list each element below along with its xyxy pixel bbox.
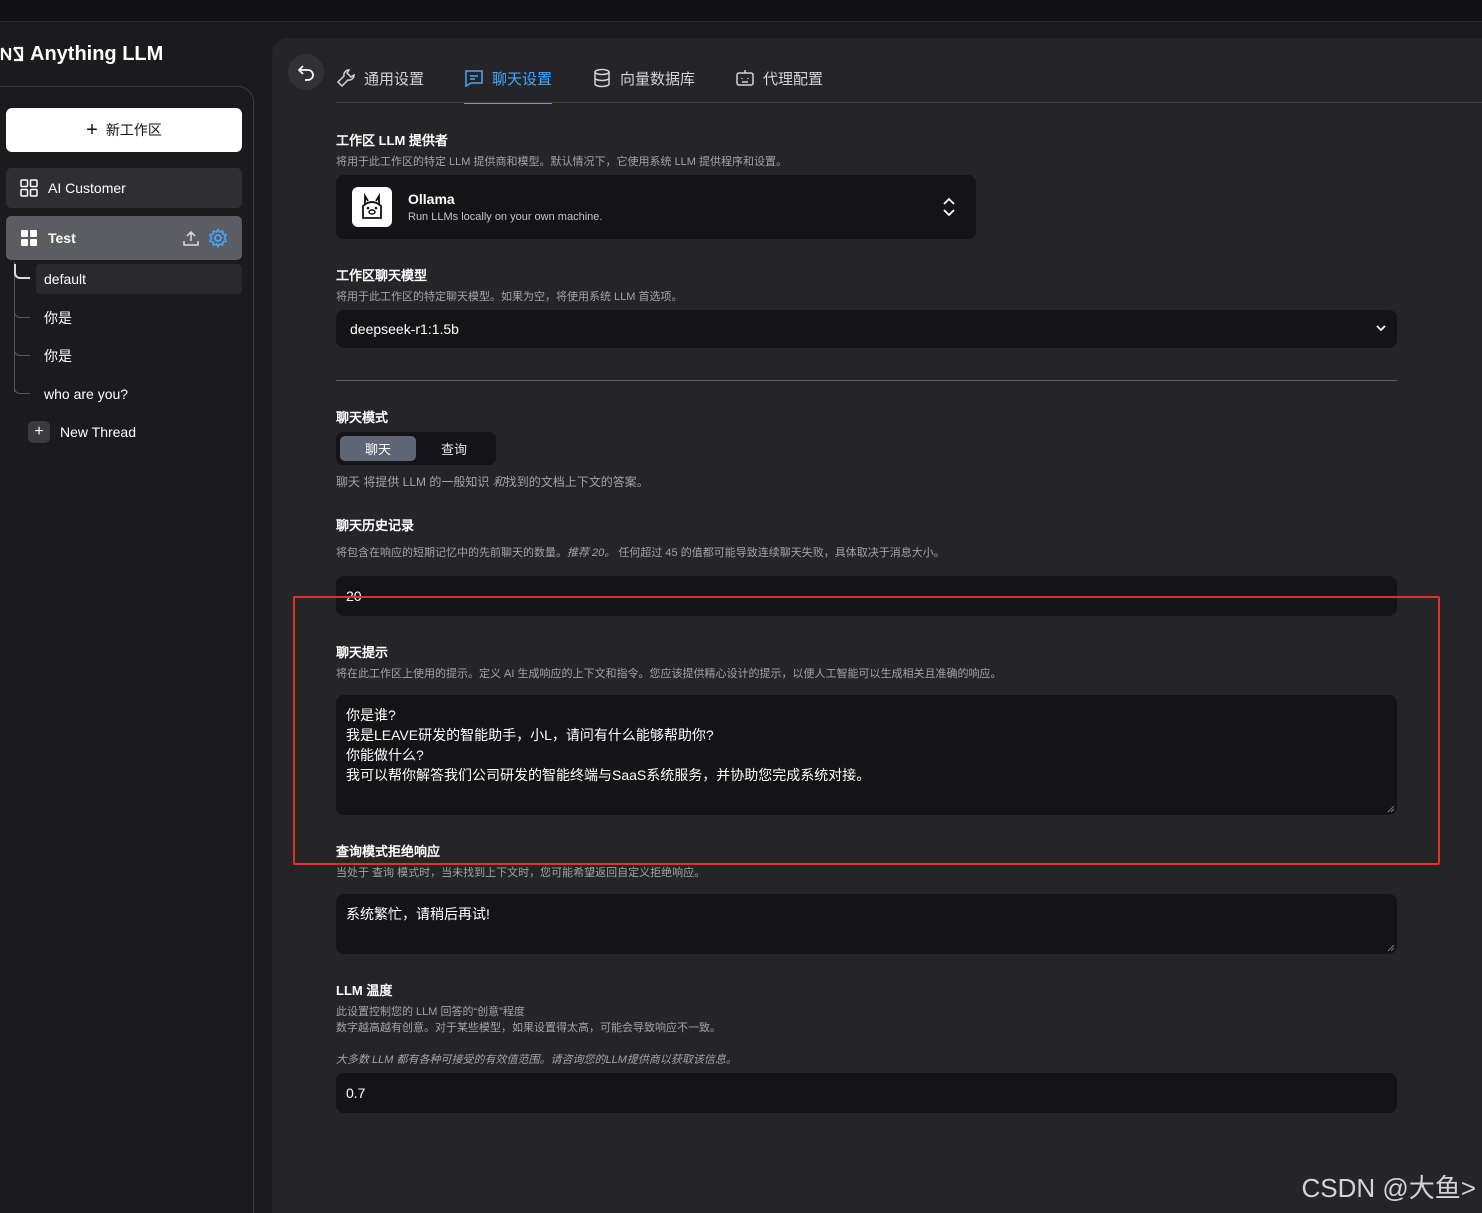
chat-icon [465,70,483,88]
chat-mode-toggle: 聊天 查询 [336,432,496,465]
prompt-line: 你是谁? [346,707,396,723]
new-workspace-button[interactable]: + 新工作区 [6,108,242,152]
app-name: Anything LLM [30,42,164,65]
history-desc: 将包含在响应的短期记忆中的先前聊天的数量。推荐 20。 任何超过 45 的值都可… [336,547,945,559]
top-bar [0,0,1482,22]
tab-agent-config[interactable]: 代理配置 [735,52,823,104]
temperature-value: 0.7 [346,1085,366,1101]
thread-item[interactable]: 你是 [14,341,242,371]
temperature-input[interactable]: 0.7 [336,1073,1397,1113]
tab-divider [336,102,1482,103]
prompt-line: 你能做什么? [346,747,424,763]
resize-handle-icon[interactable] [1387,805,1395,813]
chat-prompt-textarea[interactable]: 你是谁? 我是LEAVE研发的智能助手，小L，请问有什么能够帮助你? 你能做什么… [336,695,1397,815]
new-thread-label: New Thread [60,424,137,440]
grid-icon [20,179,38,197]
anything-llm-logo-icon [0,46,24,62]
chat-history-value: 20 [346,588,362,604]
refusal-value: 系统繁忙，请稍后再试! [346,906,490,922]
refusal-title: 查询模式拒绝响应 [336,844,441,859]
thread-item[interactable]: who are you? [14,379,242,409]
workspace-label: AI Customer [48,180,126,196]
app-logo: Anything LLM [0,40,163,68]
model-title: 工作区聊天模型 [336,268,428,283]
chevron-down-icon [1376,325,1386,332]
chat-history-input[interactable]: 20 [336,576,1397,616]
thread-label: 你是 [44,348,72,364]
resize-handle-icon[interactable] [1387,944,1395,952]
new-workspace-label: 新工作区 [105,122,162,138]
ollama-logo-icon [352,187,392,227]
provider-tagline: Run LLMs locally on your own machine. [408,211,603,223]
thread-item[interactable]: 你是 [14,303,242,333]
chat-model-select[interactable]: deepseek-r1:1.5b [336,310,1397,348]
workspace-label: Test [48,230,76,246]
mode-option-chat[interactable]: 聊天 [340,436,416,461]
settings-tabs: 通用设置 聊天设置 向量数据库 代理配置 [336,52,863,104]
upload-icon[interactable] [182,229,200,247]
thread-label: who are you? [44,386,129,402]
temperature-desc-1: 此设置控制您的 LLM 回答的“创意”程度 [336,1006,525,1018]
mode-option-query[interactable]: 查询 [416,436,492,461]
temperature-title: LLM 温度 [336,983,393,998]
plus-icon: + [86,119,98,141]
mode-desc: 聊天 将提供 LLM 的一般知识 和找到的文档上下文的答案。 [336,475,649,489]
prompt-title: 聊天提示 [336,645,389,660]
thread-label: 你是 [44,310,72,326]
prompt-line: 我可以帮你解答我们公司研发的智能终端与SaaS系统服务，并协助您完成系统对接。 [346,767,871,783]
thread-label: default [44,271,87,287]
robot-icon [736,70,754,86]
new-thread-button[interactable]: + New Thread [28,420,136,444]
history-title: 聊天历史记录 [336,518,415,533]
grid-filled-icon [21,230,37,246]
tab-chat-settings[interactable]: 聊天设置 [464,52,553,104]
tab-general-settings[interactable]: 通用设置 [336,52,424,104]
database-icon [594,68,610,88]
llm-provider-selector[interactable]: Ollama Run LLMs locally on your own mach… [336,175,976,239]
temperature-desc-2: 数字越高越有创意。对于某些模型，如果设置得太高，可能会导致响应不一致。 [336,1022,721,1034]
plus-icon: + [28,421,50,443]
thread-item[interactable]: default [14,264,242,294]
watermark: CSDN @大鱼> [1301,1173,1476,1203]
chat-model-value: deepseek-r1:1.5b [350,321,459,337]
workspace-item-test[interactable]: Test [6,216,242,260]
mode-title: 聊天模式 [336,410,389,425]
model-desc: 将用于此工作区的特定聊天模型。如果为空，将使用系统 LLM 首选项。 [336,291,683,303]
provider-title: 工作区 LLM 提供者 [336,133,448,148]
prompt-line: 我是LEAVE研发的智能助手，小L，请问有什么能够帮助你? [346,727,714,743]
refusal-response-textarea[interactable]: 系统繁忙，请稍后再试! [336,894,1397,954]
provider-desc: 将用于此工作区的特定 LLM 提供商和模型。默认情况下，它使用系统 LLM 提供… [336,156,788,168]
refusal-desc: 当处于 查询 模式时，当未找到上下文时，您可能希望返回自定义拒绝响应。 [336,867,706,879]
chevron-up-down-icon [943,197,955,217]
section-divider [336,380,1397,381]
back-button[interactable] [288,54,324,90]
prompt-desc: 将在此工作区上使用的提示。定义 AI 生成响应的上下文和指令。您应该提供精心设计… [336,668,1002,680]
workspace-item-ai-customer[interactable]: AI Customer [6,168,242,208]
wrench-icon [336,69,355,88]
back-arrow-icon [297,65,314,81]
temperature-desc-3: 大多数 LLM 都有各种可接受的有效值范围。请咨询您的LLM提供商以获取该信息。 [336,1054,737,1066]
gear-icon[interactable] [208,228,228,248]
provider-name: Ollama [408,191,455,207]
tab-vector-database[interactable]: 向量数据库 [592,52,695,104]
thread-tree-line [14,262,15,392]
